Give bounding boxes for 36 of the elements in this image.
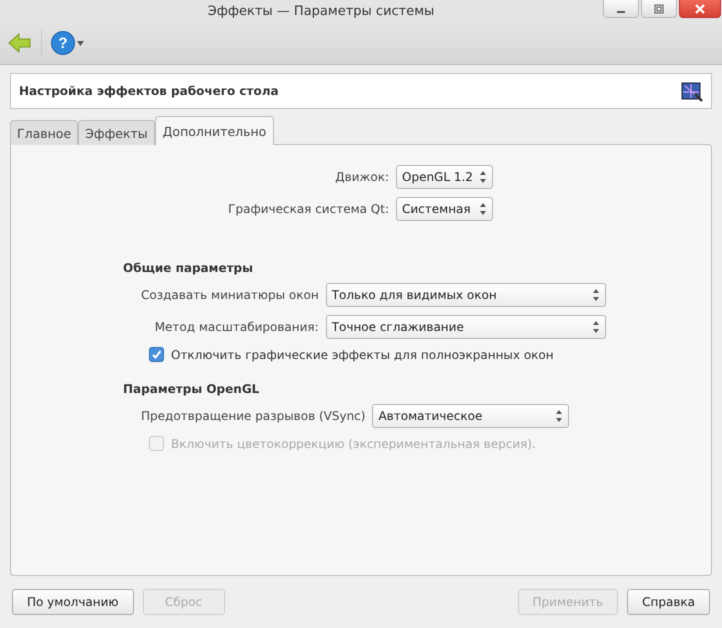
field-label: Метод масштабирования: — [154, 320, 319, 334]
spin-arrows-icon — [479, 202, 487, 216]
tab[interactable]: Эффекты — [78, 120, 155, 145]
maximize-icon — [654, 4, 664, 14]
spin-arrows-icon — [592, 288, 600, 302]
close-icon — [695, 4, 705, 14]
dropdown[interactable]: Только для видимых окон — [326, 283, 606, 307]
checkbox-label: Включить цветокоррекцию (экспериментальная версия). — [171, 436, 536, 450]
caret-icon — [77, 40, 84, 46]
field-label: Создавать миниатюры окон — [141, 288, 319, 302]
spin-arrows-icon — [479, 170, 487, 184]
section-title: Общие параметры — [123, 261, 254, 275]
tab[interactable]: Дополнительно — [154, 116, 274, 145]
dropdown[interactable]: Системная — [396, 197, 493, 221]
help-button[interactable]: Справка — [627, 589, 710, 615]
field-label: Движок: — [334, 170, 389, 184]
back-arrow-icon — [8, 32, 32, 54]
header-title: Настройка эффектов рабочего стола — [19, 84, 279, 98]
section-title: Параметры OpenGL — [123, 382, 260, 396]
dropdown[interactable]: OpenGL 1.2 — [396, 165, 493, 189]
tab[interactable]: Главное — [10, 120, 78, 145]
maximize-button[interactable] — [641, 0, 677, 18]
minimize-icon — [617, 10, 625, 12]
window-title: Эффекты — Параметры системы — [208, 4, 434, 18]
close-button[interactable] — [679, 0, 721, 18]
spin-arrows-icon — [592, 320, 600, 334]
spin-arrows-icon — [555, 409, 564, 423]
minimize-button[interactable] — [603, 0, 639, 18]
desktop-effects-icon — [681, 80, 703, 102]
checkbox-label: Отключить графические эффекты для полноэкранных окон — [171, 348, 554, 362]
field-label: Графическая система Qt: — [227, 202, 389, 216]
checkbox[interactable] — [149, 347, 164, 362]
defaults-button[interactable]: По умолчанию — [12, 589, 134, 615]
dropdown[interactable]: Автоматическое — [372, 404, 570, 428]
field-label: Предотвращение разрывов (VSync) — [141, 409, 366, 423]
dropdown[interactable]: Точное сглаживание — [326, 315, 606, 339]
